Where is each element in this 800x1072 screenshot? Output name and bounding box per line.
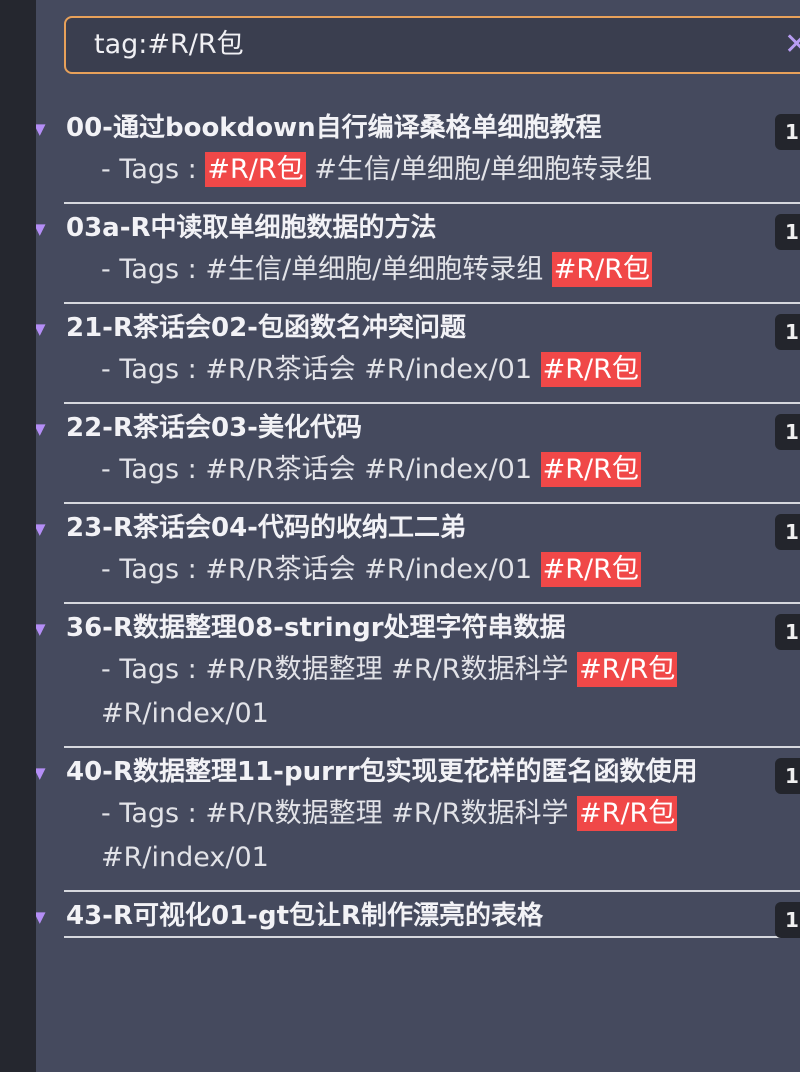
collapse-arrow-icon[interactable]: ▼ bbox=[36, 522, 50, 537]
search-results-list: ▼ 00-通过bookdown自行编译桑格单细胞教程 1- Tags : #R/R包… bbox=[36, 104, 800, 938]
result-title[interactable]: 21-R茶话会02-包函数名冲突问题 bbox=[66, 304, 800, 348]
tags-prefix: - Tags : bbox=[101, 254, 197, 285]
match-count-badge: 1 bbox=[775, 902, 800, 938]
match-count-badge: 1 bbox=[775, 214, 800, 250]
tags-prefix: - Tags : bbox=[101, 554, 197, 585]
result-tags-line[interactable]: - Tags : #R/R茶话会 #R/index/01 #R/R包 bbox=[101, 348, 751, 402]
search-result-item[interactable]: ▼ 43-R可视化01-gt包让R制作漂亮的表格 1 bbox=[36, 892, 800, 938]
tag[interactable]: #R/R数据整理 bbox=[205, 798, 382, 829]
tag[interactable]: #R/index/01 bbox=[364, 354, 532, 385]
search-panel: tag:#R/R包 ✕ ▼ 00-通过bookdown自行编译桑格单细胞教程 1- … bbox=[36, 0, 800, 1072]
tag[interactable]: #生信/单细胞/单细胞转录组 bbox=[205, 254, 543, 285]
match-count-badge: 1 bbox=[775, 514, 800, 550]
highlighted-tag[interactable]: #R/R包 bbox=[540, 352, 641, 387]
match-count-badge: 1 bbox=[775, 614, 800, 650]
tags-prefix: - Tags : bbox=[101, 798, 206, 829]
result-tags-line[interactable]: - Tags : #生信/单细胞/单细胞转录组 #R/R包 bbox=[101, 248, 751, 302]
search-result-item[interactable]: ▼ 03a-R中读取单细胞数据的方法 1 - Tags : #生信/单细胞/单细胞转录… bbox=[36, 204, 800, 304]
result-tags-line[interactable]: - Tags : #R/R茶话会 #R/index/01 #R/R包 bbox=[101, 548, 751, 602]
collapse-arrow-icon[interactable]: ▼ bbox=[36, 622, 50, 637]
result-title[interactable]: 00-通过bookdown自行编译桑格单细胞教程 bbox=[66, 104, 800, 148]
result-tags-line[interactable]: - Tags : #R/R数据整理 #R/R数据科学 #R/R包 #R/inde… bbox=[101, 792, 751, 890]
result-tags-line[interactable]: - Tags : #R/R茶话会 #R/index/01 #R/R包 bbox=[101, 448, 751, 502]
tag[interactable]: #R/index/01 bbox=[364, 554, 532, 585]
match-count-badge: 1 bbox=[775, 414, 800, 450]
tag[interactable]: #R/R数据整理 bbox=[205, 654, 382, 685]
collapse-arrow-icon[interactable]: ▼ bbox=[36, 222, 50, 237]
highlighted-tag[interactable]: #R/R包 bbox=[540, 552, 641, 587]
highlighted-tag[interactable]: #R/R包 bbox=[540, 452, 641, 487]
search-result-item[interactable]: ▼ 36-R数据整理08-stringr处理字符串数据 1 - Tags : #R/R… bbox=[36, 604, 800, 748]
result-title[interactable]: 23-R茶话会04-代码的收纳工二弟 bbox=[66, 504, 800, 548]
highlighted-tag[interactable]: #R/R包 bbox=[205, 152, 306, 187]
tags-prefix: - Tags : bbox=[101, 154, 197, 185]
tag[interactable]: #R/R数据科学 bbox=[391, 654, 568, 685]
match-count-badge: 1 bbox=[775, 758, 800, 794]
tag[interactable]: #R/index/01 bbox=[364, 454, 532, 485]
tag[interactable]: #R/R茶话会 bbox=[205, 454, 364, 485]
clear-search-icon[interactable]: ✕ bbox=[784, 30, 800, 60]
collapse-arrow-icon[interactable]: ▼ bbox=[36, 122, 50, 137]
collapse-arrow-icon[interactable]: ▼ bbox=[36, 422, 50, 437]
highlighted-tag[interactable]: #R/R包 bbox=[577, 652, 678, 687]
search-result-item[interactable]: ▼ 00-通过bookdown自行编译桑格单细胞教程 1 - Tags : #R/R包… bbox=[36, 104, 800, 204]
collapse-arrow-icon[interactable]: ▼ bbox=[36, 910, 50, 925]
result-tags-line[interactable]: - Tags : #R/R数据整理 #R/R数据科学 #R/R包 #R/inde… bbox=[101, 648, 751, 746]
left-sidebar-strip bbox=[0, 0, 36, 1072]
collapse-arrow-icon[interactable]: ▼ bbox=[36, 322, 50, 337]
tag[interactable]: #R/index/01 bbox=[101, 698, 269, 729]
match-count-badge: 1 bbox=[775, 114, 800, 150]
search-result-item[interactable]: ▼ 21-R茶话会02-包函数名冲突问题 1 - Tags : #R/R茶话会 #R/… bbox=[36, 304, 800, 404]
tags-prefix: - Tags : bbox=[101, 354, 197, 385]
result-title[interactable]: 22-R茶话会03-美化代码 bbox=[66, 404, 800, 448]
tags-prefix: - Tags : bbox=[101, 654, 197, 685]
tag[interactable]: #R/index/01 bbox=[101, 842, 269, 873]
result-title[interactable]: 03a-R中读取单细胞数据的方法 bbox=[66, 204, 800, 248]
tag[interactable]: #R/R数据科学 bbox=[391, 798, 568, 829]
search-result-item[interactable]: ▼ 40-R数据整理11-purrr包实现更花样的匿名函数使用 1 - Tags : … bbox=[36, 748, 800, 892]
match-count-badge: 1 bbox=[775, 314, 800, 350]
search-result-item[interactable]: ▼ 23-R茶话会04-代码的收纳工二弟 1 - Tags : #R/R茶话会 #R/… bbox=[36, 504, 800, 604]
tag[interactable]: #R/R茶话会 bbox=[205, 354, 364, 385]
result-title[interactable]: 36-R数据整理08-stringr处理字符串数据 bbox=[66, 604, 800, 648]
tag[interactable]: #生信/单细胞/单细胞转录组 bbox=[314, 154, 652, 185]
collapse-arrow-icon[interactable]: ▼ bbox=[36, 766, 50, 781]
search-box[interactable]: tag:#R/R包 ✕ bbox=[64, 16, 800, 74]
search-result-item[interactable]: ▼ 22-R茶话会03-美化代码 1 - Tags : #R/R茶话会 #R/inde… bbox=[36, 404, 800, 504]
highlighted-tag[interactable]: #R/R包 bbox=[577, 796, 678, 831]
result-tags-line[interactable]: - Tags : #R/R包 #生信/单细胞/单细胞转录组 bbox=[101, 148, 751, 202]
tags-prefix: - Tags : bbox=[101, 454, 197, 485]
search-input[interactable]: tag:#R/R包 bbox=[94, 18, 774, 72]
highlighted-tag[interactable]: #R/R包 bbox=[551, 252, 653, 287]
result-title[interactable]: 40-R数据整理11-purrr包实现更花样的匿名函数使用 bbox=[66, 748, 800, 792]
result-title[interactable]: 43-R可视化01-gt包让R制作漂亮的表格 bbox=[66, 892, 800, 936]
tag[interactable]: #R/R茶话会 bbox=[205, 554, 364, 585]
